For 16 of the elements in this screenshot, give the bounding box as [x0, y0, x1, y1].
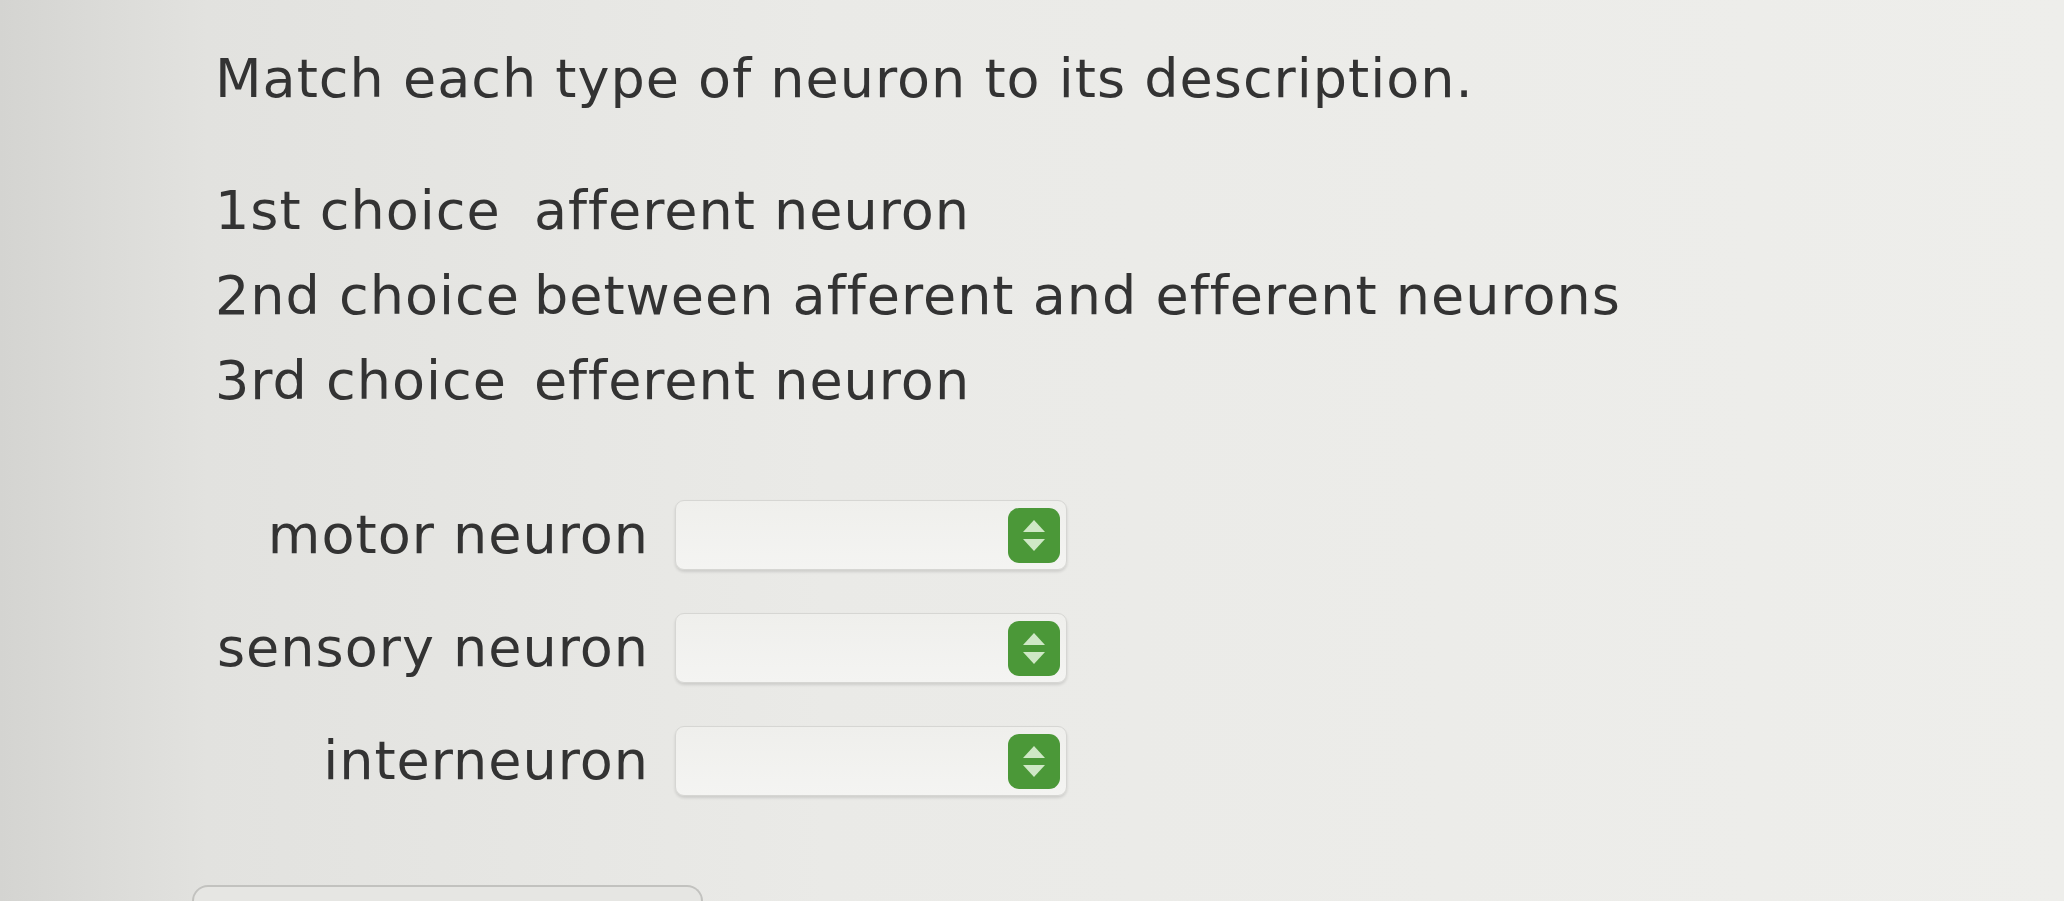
question-text: Match each type of neuron to its description.: [215, 46, 1474, 112]
choice-description: efferent neuron: [533, 348, 972, 414]
term-label: sensory neuron: [216, 615, 649, 681]
term-label: motor neuron: [267, 502, 649, 568]
up-down-arrows-icon: [1008, 733, 1060, 789]
choice-description: between afferent and efferent neurons: [533, 263, 1621, 329]
up-down-arrows-icon: [1008, 507, 1060, 563]
answer-dropdown[interactable]: [675, 726, 1067, 796]
choice-label: 3rd choice: [215, 348, 508, 414]
choice-label: 2nd choice: [215, 263, 520, 329]
choice-label: 1st choice: [215, 178, 502, 244]
choice-description: afferent neuron: [533, 178, 971, 244]
up-down-arrows-icon: [1008, 620, 1060, 676]
answer-dropdown[interactable]: [675, 613, 1067, 683]
term-label: interneuron: [323, 728, 649, 794]
answer-dropdown[interactable]: [675, 500, 1067, 570]
